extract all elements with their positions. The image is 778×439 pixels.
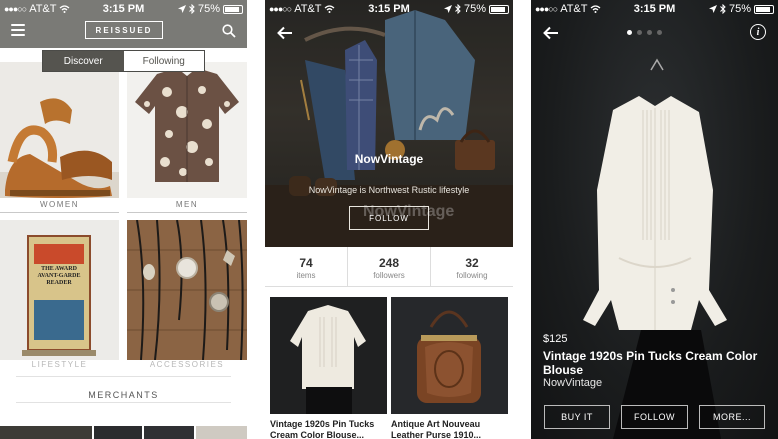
category-label-lifestyle: LIFESTYLE xyxy=(31,360,88,369)
battery-icon xyxy=(223,4,243,14)
merchant-thumbnail[interactable] xyxy=(0,426,92,439)
pager-dot xyxy=(647,30,652,35)
section-heading-merchants: MERCHANTS xyxy=(88,390,159,400)
product-image xyxy=(270,297,387,414)
battery-percent: 75% xyxy=(197,3,220,15)
product-card[interactable]: Vintage 1920s Pin Tucks Cream Color Blou… xyxy=(270,297,387,439)
merchant-thumbnail[interactable] xyxy=(144,426,194,439)
product-screen: ●●●○○ AT&T 3:15 PM 75% i $125 Vintage 19… xyxy=(531,0,778,439)
book-cover-text: THE AWARD AVANT-GARDE READER xyxy=(37,266,81,286)
shop-name: NowVintage xyxy=(354,152,424,166)
pager-dot xyxy=(657,30,662,35)
search-icon[interactable] xyxy=(222,24,236,38)
pager-dot xyxy=(637,30,642,35)
shop-screen: ●●●○○ AT&T 3:15 PM 75% NowVintage NowVin… xyxy=(265,0,513,439)
location-arrow-icon xyxy=(708,5,717,13)
shop-tagline: NowVintage is Northwest Rustic lifestyle xyxy=(308,185,470,195)
book-image xyxy=(22,235,96,356)
tab-discover[interactable]: Discover xyxy=(43,51,124,71)
carrier-label: AT&T xyxy=(29,3,57,15)
follow-button[interactable]: FOLLOW xyxy=(621,405,688,429)
battery-percent: 75% xyxy=(728,3,751,15)
signal-icon: ●●●○○ xyxy=(4,4,27,14)
divider xyxy=(127,212,247,213)
product-card[interactable]: Antique Art Nouveau Leather Purse 1910..… xyxy=(391,297,508,439)
image-pager-dots[interactable] xyxy=(627,30,662,35)
merchant-thumbnail[interactable] xyxy=(196,426,247,439)
shop-stats: 74 items 248 followers 32 following xyxy=(265,247,513,287)
menu-icon[interactable] xyxy=(11,24,25,36)
stat-number: 32 xyxy=(465,256,479,270)
shirt-image xyxy=(135,68,239,182)
wifi-icon xyxy=(591,5,601,13)
bluetooth-icon xyxy=(720,4,726,14)
signal-icon: ●●●○○ xyxy=(269,4,292,14)
battery-icon xyxy=(754,4,774,14)
divider xyxy=(0,212,119,213)
product-price: $125 xyxy=(543,333,568,345)
stat-number: 74 xyxy=(299,256,313,270)
divider xyxy=(16,376,231,377)
stat-followers[interactable]: 248 followers xyxy=(348,247,431,286)
feed-tab-switcher: Discover Following xyxy=(42,50,205,72)
status-bar: ●●●○○ AT&T 3:15 PM 75% xyxy=(265,0,513,18)
location-arrow-icon xyxy=(443,5,452,13)
stat-label: items xyxy=(296,271,316,280)
product-title: Vintage 1920s Pin Tucks Cream Color Blou… xyxy=(270,419,375,439)
signal-icon: ●●●○○ xyxy=(535,4,558,14)
follow-shop-button[interactable]: FOLLOW xyxy=(349,206,429,230)
battery-icon xyxy=(489,4,509,14)
tab-following[interactable]: Following xyxy=(123,51,204,71)
carrier-label: AT&T xyxy=(294,3,322,15)
app-logo: REISSUED xyxy=(85,21,163,39)
merchant-thumbnail[interactable] xyxy=(94,426,142,439)
wifi-icon xyxy=(325,5,335,13)
stat-following[interactable]: 32 following xyxy=(431,247,513,286)
discover-screen: ●●●○○ AT&T 3:15 PM 75% REISSUED Discover… xyxy=(0,0,247,439)
product-image xyxy=(391,297,508,414)
screenshot-stage: ●●●○○ AT&T 3:15 PM 75% REISSUED Discover… xyxy=(0,0,778,439)
bolo-ties-image xyxy=(127,220,247,360)
category-tile-women[interactable] xyxy=(0,62,119,198)
location-arrow-icon xyxy=(177,5,186,13)
product-title: Antique Art Nouveau Leather Purse 1910..… xyxy=(391,419,482,439)
wifi-icon xyxy=(60,5,70,13)
sandals-image xyxy=(0,98,119,198)
category-tile-lifestyle[interactable]: THE AWARD AVANT-GARDE READER xyxy=(0,220,119,360)
stat-label: following xyxy=(456,271,488,280)
back-arrow-icon[interactable] xyxy=(277,26,293,40)
back-arrow-icon[interactable] xyxy=(543,26,559,40)
status-bar: ●●●○○ AT&T 3:15 PM 75% xyxy=(531,0,778,18)
divider xyxy=(16,402,231,403)
category-label-women: WOMEN xyxy=(39,200,80,209)
stat-label: followers xyxy=(373,271,405,280)
category-tile-accessories[interactable] xyxy=(127,220,247,360)
status-bar: ●●●○○ AT&T 3:15 PM 75% xyxy=(0,0,247,18)
carrier-label: AT&T xyxy=(560,3,588,15)
category-label-men: MEN xyxy=(175,200,199,209)
more-button[interactable]: MORE... xyxy=(699,405,765,429)
pager-dot xyxy=(627,30,632,35)
stat-number: 248 xyxy=(378,256,400,270)
product-shop-name[interactable]: NowVintage xyxy=(543,377,602,389)
bluetooth-icon xyxy=(189,4,195,14)
buy-button[interactable]: BUY IT xyxy=(544,405,610,429)
battery-percent: 75% xyxy=(463,3,486,15)
stat-items[interactable]: 74 items xyxy=(265,247,348,286)
info-icon[interactable]: i xyxy=(750,24,766,40)
category-tile-men[interactable] xyxy=(127,62,247,198)
category-label-accessories: ACCESSORIES xyxy=(149,360,225,369)
bluetooth-icon xyxy=(455,4,461,14)
product-title: Vintage 1920s Pin Tucks Cream Color Blou… xyxy=(543,349,758,377)
